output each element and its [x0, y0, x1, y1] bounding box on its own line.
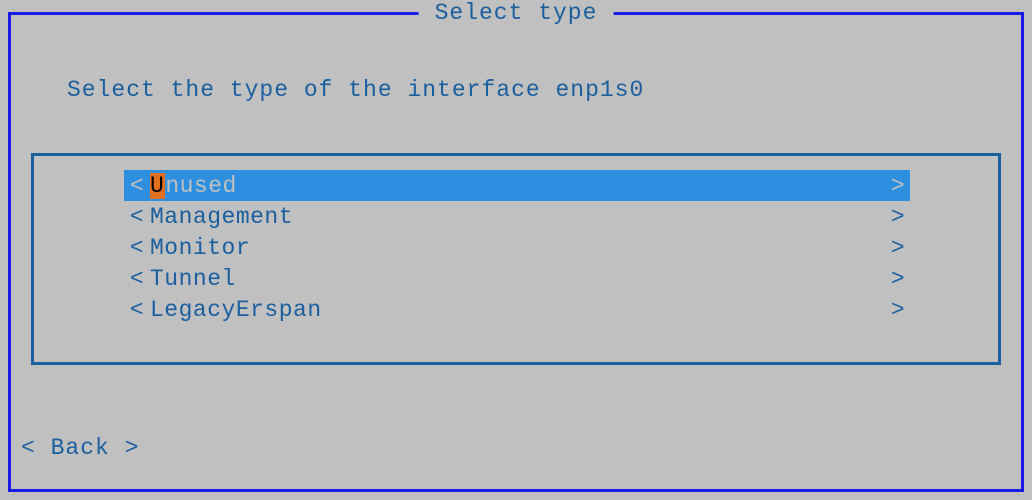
menu-item-monitor[interactable]: < Monitor > [124, 232, 910, 263]
back-button[interactable]: < Back > [21, 435, 139, 461]
angle-right-icon: > [886, 204, 910, 230]
angle-left-icon: < [124, 173, 150, 199]
angle-right-icon: > [886, 266, 910, 292]
menu-item-label: Tunnel [150, 266, 886, 292]
menu-item-management[interactable]: < Management > [124, 201, 910, 232]
angle-left-icon: < [124, 297, 150, 323]
dialog-prompt: Select the type of the interface enp1s0 [67, 77, 644, 103]
angle-right-icon: > [886, 173, 910, 199]
angle-left-icon: < [21, 435, 36, 461]
back-button-label: Back [51, 435, 110, 461]
angle-right-icon: > [886, 235, 910, 261]
angle-right-icon: > [886, 297, 910, 323]
angle-right-icon: > [125, 435, 140, 461]
menu-item-label: Management [150, 204, 886, 230]
menu-item-legacyerspan[interactable]: < LegacyErspan > [124, 294, 910, 325]
angle-left-icon: < [124, 204, 150, 230]
menu-item-label: LegacyErspan [150, 297, 886, 323]
menu-item-label: Unused [150, 173, 886, 199]
menu-item-tunnel[interactable]: < Tunnel > [124, 263, 910, 294]
dialog-title: Select type [419, 0, 614, 26]
angle-left-icon: < [124, 235, 150, 261]
menu-item-unused[interactable]: < Unused > [124, 170, 910, 201]
angle-left-icon: < [124, 266, 150, 292]
dialog-box: Select type Select the type of the inter… [8, 12, 1024, 492]
menu-container: < Unused > < Management > < Monitor > < … [31, 153, 1001, 365]
menu-item-label: Monitor [150, 235, 886, 261]
